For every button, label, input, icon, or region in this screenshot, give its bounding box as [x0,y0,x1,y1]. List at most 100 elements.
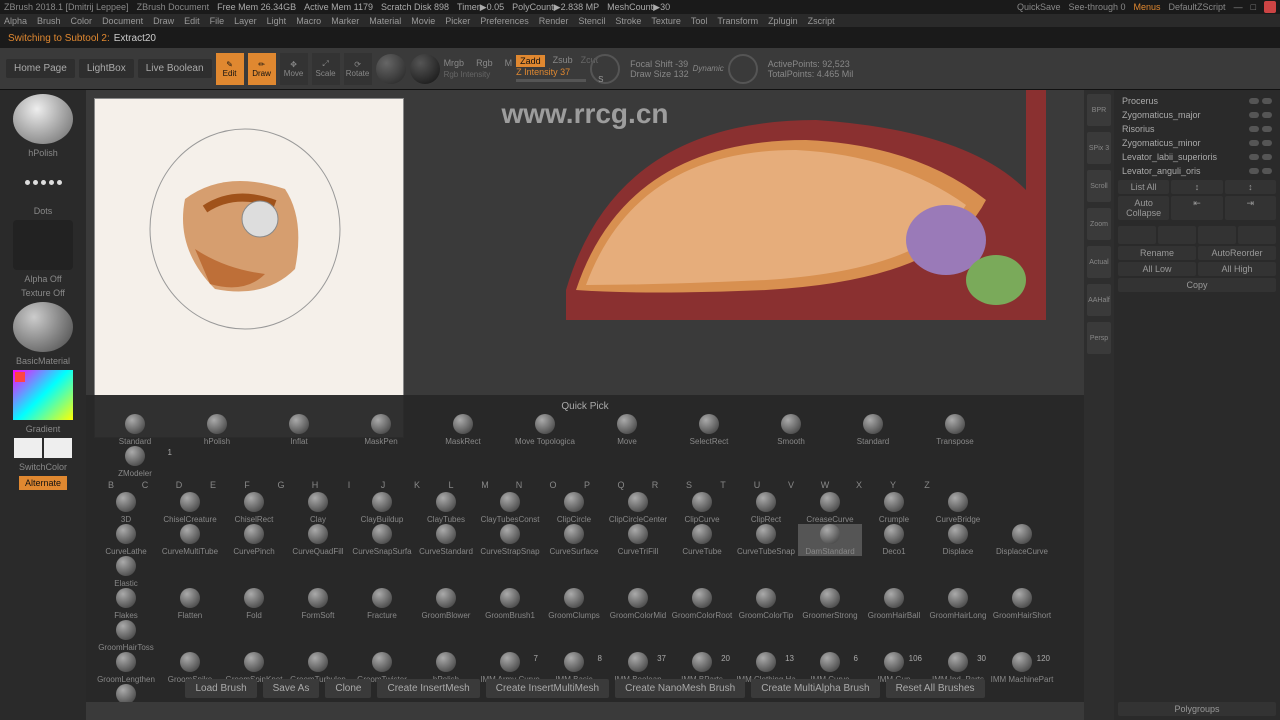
move-btn[interactable]: ✥Move [280,53,308,85]
brush-displace[interactable]: Displace [926,524,990,556]
arrow-up-icon[interactable]: ↕ [1171,180,1222,194]
brush-groomblower[interactable]: GroomBlower [414,588,478,620]
max-icon[interactable]: □ [1251,2,1256,12]
brush-groomcolortip[interactable]: GroomColorTip [734,588,798,620]
alpha-G[interactable]: G [264,480,298,490]
z-intensity[interactable]: Z Intensity 37 [516,67,586,77]
menu-stencil[interactable]: Stencil [578,16,605,26]
brush-groomhairtoss[interactable]: GroomHairToss [94,620,158,652]
brush-curvepinch[interactable]: CurvePinch [222,524,286,556]
alpha-Q[interactable]: Q [604,480,638,490]
quicksave-btn[interactable]: QuickSave [1017,2,1061,12]
zadd-btn[interactable]: Zadd [516,55,545,67]
menus-btn[interactable]: Menus [1134,2,1161,12]
material-sphere[interactable] [410,54,440,84]
min-icon[interactable]: — [1234,2,1243,12]
brush-groomerstrong[interactable]: GroomerStrong [798,588,862,620]
alpha-U[interactable]: U [740,480,774,490]
gradient-label[interactable]: Gradient [26,424,61,434]
brush-move-topologica[interactable]: Move Topologica [504,414,586,446]
rs-aahalf[interactable]: AAHalf [1087,284,1111,316]
focal-shift[interactable]: Focal Shift -39 [630,59,689,69]
menu-color[interactable]: Color [71,16,93,26]
menu-render[interactable]: Render [539,16,569,26]
subtool-item[interactable]: Levator_anguli_oris [1118,164,1276,178]
subtool-item[interactable]: Risorius [1118,122,1276,136]
rs-persp[interactable]: Persp [1087,322,1111,354]
zsub-btn[interactable]: Zsub [553,55,573,67]
focal-dial[interactable]: S [590,54,620,84]
brush-chiselcreature[interactable]: ChiselCreature [158,492,222,524]
alpha-Z[interactable]: Z [910,480,944,490]
alpha-S[interactable]: S [672,480,706,490]
brush-groomhairshort[interactable]: GroomHairShort [990,588,1054,620]
mrgb-btn[interactable]: Mrgb [444,58,465,68]
brush-displacecurve[interactable]: DisplaceCurve [990,524,1054,556]
alpha-R[interactable]: R [638,480,672,490]
brush-clipcircle[interactable]: ClipCircle [542,492,606,524]
alpha-T[interactable]: T [706,480,740,490]
menu-zplugin[interactable]: Zplugin [768,16,798,26]
subtool-item[interactable]: Levator_labii_superioris [1118,150,1276,164]
brush-transpose[interactable]: Transpose [914,414,996,446]
rename-btn[interactable]: Rename [1118,246,1196,260]
color-picker[interactable] [13,370,73,420]
brush-3d[interactable]: 3D [94,492,158,524]
menu-document[interactable]: Document [102,16,143,26]
menu-light[interactable]: Light [267,16,287,26]
brush-chiselrect[interactable]: ChiselRect [222,492,286,524]
arrow-dn-icon[interactable]: ↕ [1225,180,1276,194]
default-script[interactable]: DefaultZScript [1169,2,1226,12]
autoreorder-btn[interactable]: AutoReorder [1198,246,1276,260]
brush-smooth[interactable]: Smooth [750,414,832,446]
brush-curvesnapsurfa[interactable]: CurveSnapSurfa [350,524,414,556]
brush-clay[interactable]: Clay [286,492,350,524]
menu-macro[interactable]: Macro [296,16,321,26]
m-btn[interactable]: M [505,58,513,68]
seethrough[interactable]: See-through 0 [1068,2,1125,12]
draw-size[interactable]: Draw Size 132 [630,69,689,79]
brush-cliprect[interactable]: ClipRect [734,492,798,524]
menu-movie[interactable]: Movie [411,16,435,26]
menu-tool[interactable]: Tool [691,16,708,26]
icon4[interactable] [1238,226,1276,244]
brush-curvestandard[interactable]: CurveStandard [414,524,478,556]
brush-fracture[interactable]: Fracture [350,588,414,620]
icon3[interactable] [1198,226,1236,244]
alpha-D[interactable]: D [162,480,196,490]
menu-texture[interactable]: Texture [651,16,681,26]
menu-preferences[interactable]: Preferences [480,16,529,26]
brush-curvemultitube[interactable]: CurveMultiTube [158,524,222,556]
subtool-item[interactable]: Procerus [1118,94,1276,108]
qp-create-nanomesh-brush[interactable]: Create NanoMesh Brush [615,679,745,698]
brush-fold[interactable]: Fold [222,588,286,620]
brush-crumple[interactable]: Crumple [862,492,926,524]
qp-create-multialpha-brush[interactable]: Create MultiAlpha Brush [751,679,879,698]
brush-thumb[interactable] [13,94,73,144]
qp-reset-all-brushes[interactable]: Reset All Brushes [886,679,985,698]
rgb-btn[interactable]: Rgb [476,58,493,68]
brush-maskpen[interactable]: MaskPen [340,414,422,446]
alpha-V[interactable]: V [774,480,808,490]
brush-groomhairball[interactable]: GroomHairBall [862,588,926,620]
brush-formsoft[interactable]: FormSoft [286,588,350,620]
menu-material[interactable]: Material [369,16,401,26]
alpha-I[interactable]: I [332,480,366,490]
alpha-X[interactable]: X [842,480,876,490]
menu-alpha[interactable]: Alpha [4,16,27,26]
brush-flakes[interactable]: Flakes [94,588,158,620]
scale-btn[interactable]: ⤢Scale [312,53,340,85]
alpha-K[interactable]: K [400,480,434,490]
brush-maskrect[interactable]: MaskRect [422,414,504,446]
brush-groomclumps[interactable]: GroomClumps [542,588,606,620]
rs-zoom[interactable]: Zoom [1087,208,1111,240]
qp-load-brush[interactable]: Load Brush [185,679,256,698]
nav-right-icon[interactable]: ⇥ [1225,196,1276,220]
brush-curvelathe[interactable]: CurveLathe [94,524,158,556]
rs-scroll[interactable]: Scroll [1087,170,1111,202]
copy-btn[interactable]: Copy [1118,278,1276,292]
material-thumb[interactable] [13,302,73,352]
alpha-M[interactable]: M [468,480,502,490]
rs-bpr[interactable]: BPR [1087,94,1111,126]
alpha-W[interactable]: W [808,480,842,490]
